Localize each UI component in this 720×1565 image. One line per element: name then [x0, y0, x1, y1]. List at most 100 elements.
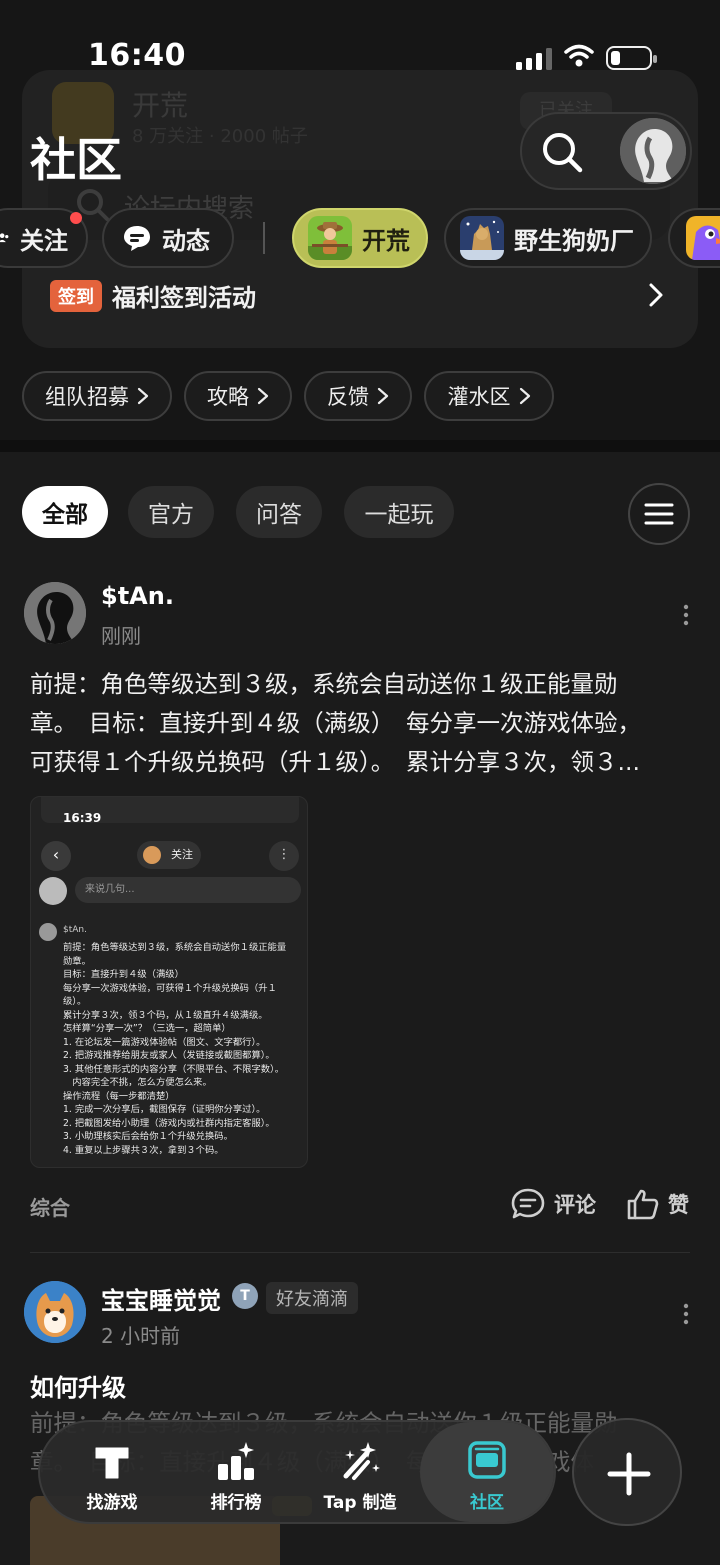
people-icon	[0, 233, 9, 243]
comment-button[interactable]: 评论	[510, 1187, 596, 1221]
chevron-right-icon	[137, 387, 149, 405]
signin-banner[interactable]: 签到 福利签到活动	[50, 278, 256, 313]
wild-dog-game-icon	[460, 216, 504, 260]
chip-game-wild-dog[interactable]: 野生狗奶厂	[444, 208, 652, 268]
tap-create-icon	[343, 1442, 380, 1480]
chip-label: 开荒	[362, 226, 410, 255]
chip-game-kaihuang[interactable]: 开荒	[292, 208, 428, 268]
post-tag[interactable]: 综合	[30, 1192, 70, 1221]
shot-line: 每分享一次游戏体验，可获得１个升级兑换码（升１	[63, 982, 277, 994]
search-icon[interactable]	[538, 128, 586, 176]
author-avatar[interactable]	[24, 1281, 86, 1343]
post-body-line: 前提：角色等级达到３级，系统会自动送你１级正能量勋	[30, 670, 618, 698]
bottom-tab-bar: 找游戏 排行榜 Tap 制造 社区	[38, 1420, 556, 1524]
chip-label: 动态	[162, 226, 210, 255]
shot-line: 操作流程（每一步都清楚）	[63, 1090, 175, 1102]
chevron-right-icon[interactable]	[646, 282, 666, 308]
shot-line: 累计分享３次，领３个码，从１级直升４级满级。	[63, 1009, 268, 1021]
page-title: 社区	[30, 133, 122, 187]
signin-text: 福利签到活动	[112, 284, 256, 312]
chevron-right-icon	[519, 387, 530, 405]
tab-ranking[interactable]: 排行榜	[176, 1422, 296, 1522]
find-game-icon	[95, 1447, 129, 1479]
shot-line: 目标：直接升到４级（满级）	[63, 969, 184, 980]
signal-icon	[516, 48, 552, 70]
tab-tap-create[interactable]: Tap 制造	[300, 1422, 420, 1522]
filter-qa[interactable]: 问答	[236, 486, 322, 538]
category-label: 攻略	[207, 385, 249, 409]
category-team-recruit[interactable]: 组队招募	[22, 371, 172, 421]
author-avatar[interactable]	[24, 582, 86, 644]
post-divider	[30, 1252, 690, 1253]
category-feedback[interactable]: 反馈	[304, 371, 412, 421]
menu-icon	[644, 503, 674, 525]
more-options-icon[interactable]	[682, 1303, 690, 1325]
forum-chip-row: 关注 动态 开荒 野生狗奶厂	[0, 208, 720, 268]
game-icon	[686, 216, 720, 260]
shot-line: 2. 把截图发给小助理（游戏内或社群内指定客服）。	[63, 1117, 275, 1129]
shot-user-avatar	[39, 877, 67, 905]
comment-label: 评论	[554, 1193, 596, 1217]
category-guide[interactable]: 攻略	[184, 371, 292, 421]
tab-label: 排行榜	[210, 1493, 262, 1513]
comment-icon	[511, 1188, 545, 1219]
tab-community[interactable]: 社区	[420, 1422, 554, 1522]
battery-icon	[606, 46, 657, 70]
top-region: 开荒 8 万关注 · 2000 帖子 已关注 论坛内搜索 16:40 社区 关	[0, 0, 720, 440]
tab-find-game[interactable]: 找游戏	[52, 1422, 172, 1522]
post-time: 刚刚	[101, 624, 141, 648]
chip-feed[interactable]: 动态	[102, 208, 234, 268]
post-body-line: 章。 目标：直接升到４级（满级） 每分享一次游戏体验，	[30, 709, 641, 737]
sort-menu-button[interactable]	[628, 483, 690, 545]
signin-badge: 签到	[50, 279, 102, 312]
shiba-avatar-icon	[24, 1281, 86, 1343]
shot-line: 3. 其他任意形式的内容分享（不限平台、不限字数）。	[63, 1063, 285, 1075]
wifi-icon	[564, 44, 594, 67]
category-label: 组队招募	[45, 385, 129, 409]
shot-line: 3. 小助理核实后会给你１个升级兑换码。	[63, 1131, 233, 1142]
filter-all[interactable]: 全部	[22, 486, 108, 538]
shot-comment-input: 来说几句...	[75, 877, 301, 903]
silhouette-avatar-icon	[24, 582, 86, 644]
filter-official[interactable]: 官方	[128, 486, 214, 538]
post-title[interactable]: 如何升级	[30, 1368, 126, 1403]
create-post-button[interactable]	[572, 1418, 682, 1526]
post-body[interactable]: 前提：角色等级达到３级，系统会自动送你１级正能量勋 章。 目标：直接升到４级（满…	[30, 665, 670, 782]
tab-label: 找游戏	[86, 1493, 138, 1513]
shot-line: 勋章。	[63, 955, 91, 967]
ranking-icon	[218, 1442, 254, 1480]
category-chat[interactable]: 灌水区	[424, 371, 554, 421]
author-name[interactable]: 宝宝睡觉觉	[101, 1281, 221, 1316]
status-bar: 16:40	[0, 0, 720, 110]
shot-line: 级）。	[63, 996, 87, 1007]
shot-author-name: $tAn.	[63, 925, 87, 935]
plus-icon	[607, 1452, 651, 1496]
post-body-line: 可获得１个升级兑换码（升１级）。 累计分享３次，领３...	[30, 748, 640, 776]
category-label: 灌水区	[447, 385, 511, 409]
silhouette-avatar-icon	[620, 118, 686, 184]
like-button[interactable]: 赞	[626, 1187, 689, 1221]
community-icon	[468, 1441, 506, 1479]
more-options-icon[interactable]	[682, 604, 690, 626]
shot-time: 16:39	[63, 811, 102, 825]
forum-game-stats: 8 万关注 · 2000 帖子	[132, 126, 308, 147]
shot-line: 2. 把游戏推荐给朋友或家人（发链接或截图都算）。	[63, 1050, 275, 1061]
thumbs-up-icon	[627, 1189, 659, 1220]
shot-more-icon: ⋮	[269, 841, 299, 871]
notification-dot	[70, 212, 82, 224]
shot-line: 4. 重复以上步骤共３次，拿到３个码。	[63, 1144, 224, 1156]
shot-author-avatar	[39, 923, 57, 941]
chevron-right-icon	[377, 387, 389, 405]
author-name[interactable]: $tAn.	[101, 582, 174, 610]
tab-label: Tap 制造	[323, 1493, 397, 1513]
filter-play-together[interactable]: 一起玩	[344, 486, 454, 538]
like-label: 赞	[668, 1193, 689, 1217]
chip-game-more[interactable]	[668, 208, 720, 268]
shot-body: 前提：角色等级达到３级，系统会自动送你１级正能量 勋章。 目标：直接升到４级（满…	[63, 941, 303, 1157]
chat-bubble-icon	[124, 226, 150, 251]
user-avatar-button[interactable]	[620, 118, 686, 184]
friend-badge: 好友滴滴	[266, 1282, 358, 1314]
tab-label: 社区	[470, 1493, 504, 1513]
shot-line: 1. 完成一次分享后，截图保存（证明你分享过）。	[63, 1104, 266, 1115]
post-image[interactable]: 16:39 ‹ 关注 ⋮ 来说几句... $tAn. 前提：角色等级达到３级，系…	[30, 796, 308, 1168]
